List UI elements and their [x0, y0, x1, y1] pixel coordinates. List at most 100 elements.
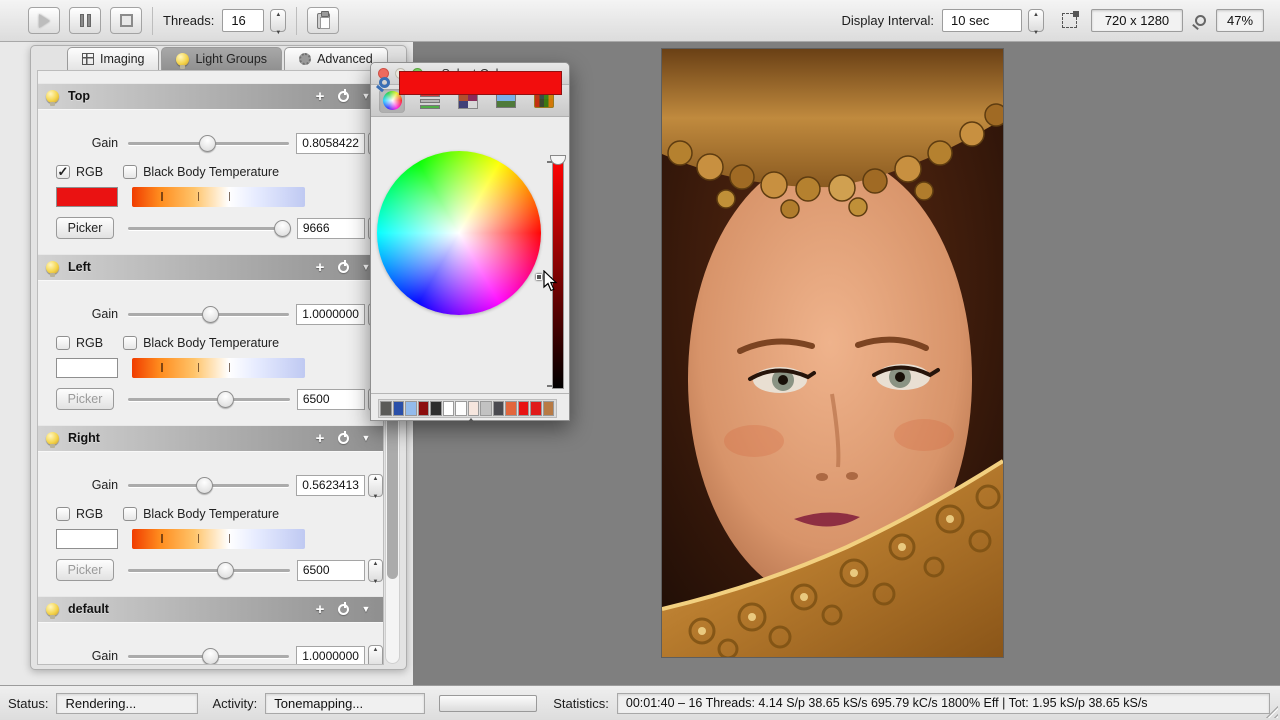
lightgroup-top-header[interactable]: Top [38, 83, 383, 109]
add-group-icon[interactable] [310, 88, 330, 105]
lightbulb-icon [176, 53, 189, 66]
gear-icon [299, 53, 311, 65]
color-swatch[interactable] [56, 529, 118, 549]
copy-log-button[interactable] [307, 7, 339, 34]
main-toolbar: Threads: 16 Display Interval: 10 sec 720… [0, 0, 1280, 42]
rgb-checkbox[interactable]: ✓ [56, 165, 70, 179]
swatch[interactable] [405, 401, 417, 416]
swatch-strip [378, 399, 557, 418]
bbt-label: Black Body Temperature [143, 336, 279, 350]
gain-stepper[interactable] [368, 474, 383, 497]
hue-selection-marker[interactable] [536, 274, 542, 280]
swatch[interactable] [468, 401, 480, 416]
bbt-checkbox[interactable] [123, 507, 137, 521]
add-group-icon[interactable] [310, 259, 330, 276]
swatch[interactable] [518, 401, 530, 416]
lightgroup-right-header[interactable]: Right [38, 425, 383, 451]
activity-field: Tonemapping... [265, 693, 425, 714]
bbt-checkbox[interactable] [123, 165, 137, 179]
chevron-down-icon[interactable] [357, 603, 375, 615]
swatch[interactable] [480, 401, 492, 416]
picker-value[interactable]: 9666 [297, 218, 365, 239]
picker-slider[interactable] [128, 391, 290, 407]
threads-input[interactable]: 16 [222, 9, 264, 32]
picker-value[interactable]: 6500 [297, 560, 365, 581]
toolbar-separator [296, 7, 297, 35]
temperature-gradient[interactable] [132, 529, 305, 549]
swatch[interactable] [455, 401, 467, 416]
rgb-checkbox[interactable] [56, 336, 70, 350]
bbt-label: Black Body Temperature [143, 507, 279, 521]
tab-light-groups[interactable]: Light Groups [161, 47, 282, 70]
gain-value[interactable]: 0.5623413 [296, 475, 365, 496]
lightgroup-default-header[interactable]: default [38, 596, 383, 622]
swatch[interactable] [443, 401, 455, 416]
picker-stepper[interactable] [368, 559, 383, 582]
add-group-icon[interactable] [310, 430, 330, 447]
rgb-checkbox[interactable] [56, 507, 70, 521]
lightgroup-top: Top Gain 0.8058422 ✓ RGB Black Body T [38, 83, 383, 254]
zoom-icon[interactable] [1195, 15, 1206, 26]
render-pause-button[interactable] [69, 7, 101, 34]
render-play-button[interactable] [28, 7, 60, 34]
gain-slider[interactable] [128, 135, 289, 151]
display-interval-label: Display Interval: [842, 13, 934, 28]
swatch[interactable] [418, 401, 430, 416]
swatch[interactable] [430, 401, 442, 416]
swatch[interactable] [493, 401, 505, 416]
resolution-display: 720 x 1280 [1091, 9, 1183, 32]
chevron-down-icon[interactable] [357, 432, 375, 444]
lightgroup-left-header[interactable]: Left [38, 254, 383, 280]
add-group-icon[interactable] [310, 601, 330, 618]
gain-slider[interactable] [128, 648, 289, 664]
temperature-gradient[interactable] [132, 187, 305, 207]
color-wheel[interactable] [377, 151, 541, 315]
gain-value[interactable]: 1.0000000 [296, 646, 365, 666]
picker-button[interactable]: Picker [56, 217, 114, 239]
rgb-label: RGB [76, 165, 103, 179]
picker-value[interactable]: 6500 [297, 389, 365, 410]
gain-label: Gain [38, 307, 128, 321]
color-swatch[interactable] [56, 358, 118, 378]
dialog-divider [371, 393, 569, 394]
gain-label: Gain [38, 478, 128, 492]
clipboard-icon [317, 13, 330, 29]
group-title: Right [68, 431, 100, 445]
swatch[interactable] [530, 401, 542, 416]
status-field: Rendering... [56, 693, 198, 714]
eyedropper-loupe-icon[interactable] [379, 77, 390, 88]
power-toggle-icon[interactable] [338, 91, 349, 102]
picker-slider[interactable] [128, 562, 290, 578]
gain-value[interactable]: 1.0000000 [296, 304, 365, 325]
power-toggle-icon[interactable] [338, 604, 349, 615]
statistics-field: 00:01:40 – 16 Threads: 4.14 S/p 38.65 kS… [617, 693, 1270, 714]
temperature-gradient[interactable] [132, 358, 305, 378]
swatch[interactable] [393, 401, 405, 416]
lightgroups-list: Top Gain 0.8058422 ✓ RGB Black Body T [37, 70, 384, 665]
threads-stepper[interactable] [270, 9, 286, 32]
gain-slider[interactable] [128, 477, 289, 493]
display-interval-input[interactable]: 10 sec [942, 9, 1022, 32]
display-interval-stepper[interactable] [1028, 9, 1044, 32]
resize-render-icon[interactable] [1062, 13, 1077, 28]
picker-button[interactable]: Picker [56, 559, 114, 581]
lightgroup-left: Left Gain 1.0000000 RGB Black Body T [38, 254, 383, 425]
render-image [662, 49, 1003, 657]
swatch[interactable] [505, 401, 517, 416]
gain-slider[interactable] [128, 306, 289, 322]
tab-imaging[interactable]: Imaging [67, 47, 159, 70]
gain-value[interactable]: 0.8058422 [296, 133, 365, 154]
color-swatch[interactable] [56, 187, 118, 207]
swatch-drawer-handle[interactable] [467, 418, 475, 423]
picker-slider[interactable] [128, 220, 290, 236]
swatch[interactable] [380, 401, 392, 416]
toolbar-separator [152, 7, 153, 35]
swatch[interactable] [543, 401, 555, 416]
render-stop-button[interactable] [110, 7, 142, 34]
main-area: Imaging Light Groups Advanced Top [0, 42, 1280, 685]
power-toggle-icon[interactable] [338, 262, 349, 273]
picker-button[interactable]: Picker [56, 388, 114, 410]
power-toggle-icon[interactable] [338, 433, 349, 444]
gain-stepper[interactable] [368, 645, 383, 666]
bbt-checkbox[interactable] [123, 336, 137, 350]
